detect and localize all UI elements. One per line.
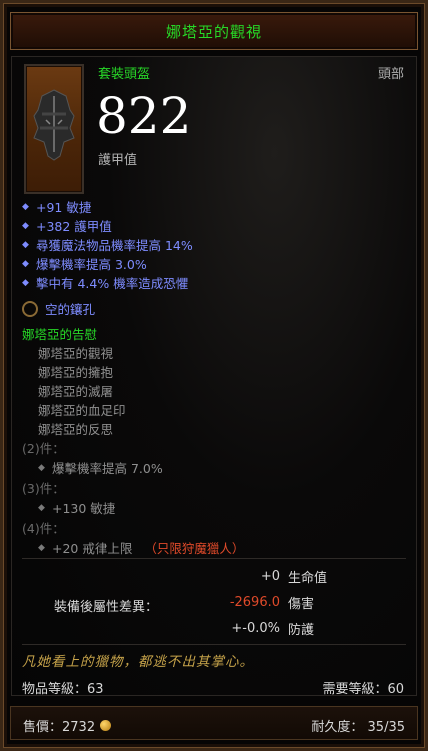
stat-text: +91 敏捷 bbox=[36, 200, 92, 215]
flavor-text: 凡她看上的獵物，都逃不出其掌心。 bbox=[22, 654, 254, 670]
set-piece: 娜塔亞的反思 bbox=[38, 422, 114, 437]
comparison-value: -2696.0 bbox=[229, 594, 280, 610]
divider bbox=[22, 558, 406, 559]
comparison-title: 裝備後屬性差異： bbox=[54, 600, 159, 615]
comparison-label: 生命值 bbox=[288, 570, 328, 586]
stat-text: 尋獲魔法物品機率提高 14% bbox=[36, 238, 193, 253]
stat-text: 爆擊機率提高 3.0% bbox=[36, 257, 147, 272]
diamond-bullet-icon: ◆ bbox=[22, 258, 29, 269]
comparison-row: -2696.0 傷害 bbox=[202, 591, 382, 613]
diamond-bullet-icon: ◆ bbox=[38, 462, 45, 473]
armor-value: 822 bbox=[96, 87, 192, 145]
comparison-value: +-0.0% bbox=[231, 620, 280, 636]
stat-row: ◆ +91 敏捷 bbox=[22, 197, 193, 216]
stat-row: ◆ +382 護甲值 bbox=[22, 216, 193, 235]
gold-coin-icon bbox=[100, 720, 112, 731]
sell-price-text: 售價：2732 bbox=[23, 720, 96, 735]
set-bonus: ◆ +130 敏捷 bbox=[22, 497, 244, 518]
set-bonus-text: +130 敏捷 bbox=[52, 501, 116, 516]
sell-price: 售價：2732 bbox=[23, 716, 112, 735]
set-bonus: ◆ +20 戒律上限 （只限狩魔獵人） bbox=[22, 537, 244, 558]
set-bonus-count: (4)件： bbox=[22, 521, 65, 536]
stat-row: ◆ 尋獲魔法物品機率提高 14% bbox=[22, 235, 193, 254]
required-level: 需要等級：60 bbox=[322, 682, 404, 697]
diamond-bullet-icon: ◆ bbox=[22, 220, 29, 231]
stat-text: +382 護甲值 bbox=[36, 219, 112, 234]
set-piece: 娜塔亞的滅屠 bbox=[38, 384, 114, 399]
comparison-label: 傷害 bbox=[288, 596, 315, 612]
item-level: 物品等級：63 bbox=[22, 682, 104, 697]
stat-row: ◆ 爆擊機率提高 3.0% bbox=[22, 254, 193, 273]
stat-comparison: 裝備後屬性差異： +0 生命值 -2696.0 傷害 +-0.0% 防護 bbox=[22, 564, 406, 642]
footer-bar: 售價：2732 耐久度： 35/35 bbox=[10, 706, 418, 740]
comparison-row: +0 生命值 bbox=[202, 565, 382, 587]
set-bonus-count: (2)件： bbox=[22, 441, 65, 456]
set-piece: 娜塔亞的觀視 bbox=[38, 346, 114, 361]
diamond-bullet-icon: ◆ bbox=[22, 277, 29, 288]
diamond-bullet-icon: ◆ bbox=[22, 201, 29, 212]
comparison-label: 防護 bbox=[288, 622, 315, 638]
diamond-bullet-icon: ◆ bbox=[22, 239, 29, 250]
diamond-bullet-icon: ◆ bbox=[38, 542, 45, 553]
divider bbox=[22, 644, 406, 645]
stat-text: 擊中有 4.4% 機率造成恐懼 bbox=[36, 276, 189, 291]
socket-label: 空的鑲孔 bbox=[45, 302, 96, 317]
class-restriction: （只限狩魔獵人） bbox=[144, 541, 245, 556]
set-bonus-text: +20 戒律上限 bbox=[52, 541, 133, 556]
set-info: 娜塔亞的告慰 娜塔亞的觀視 娜塔亞的擁抱 娜塔亞的滅屠 娜塔亞的血足印 娜塔亞的… bbox=[22, 324, 244, 558]
comparison-value: +0 bbox=[260, 568, 280, 584]
set-name: 娜塔亞的告慰 bbox=[22, 327, 98, 342]
item-slot: 頭部 bbox=[377, 67, 404, 82]
durability: 耐久度： 35/35 bbox=[311, 720, 405, 735]
set-bonus: ◆ 爆擊機率提高 7.0% bbox=[22, 457, 244, 478]
title-bar: 娜塔亞的觀視 bbox=[10, 12, 418, 50]
primary-stats: ◆ +91 敏捷 ◆ +382 護甲值 ◆ 尋獲魔法物品機率提高 14% ◆ 爆擊機率提… bbox=[22, 197, 193, 292]
set-piece: 娜塔亞的擁抱 bbox=[38, 365, 114, 380]
empty-socket: 空的鑲孔 bbox=[22, 299, 95, 318]
stat-row: ◆ 擊中有 4.4% 機率造成恐懼 bbox=[22, 273, 193, 292]
set-piece: 娜塔亞的血足印 bbox=[38, 403, 126, 418]
helm-icon bbox=[24, 64, 84, 194]
set-bonus-count: (3)件： bbox=[22, 481, 65, 496]
diamond-bullet-icon: ◆ bbox=[38, 502, 45, 513]
item-type: 套裝頭盔 bbox=[98, 67, 151, 82]
item-name: 娜塔亞的觀視 bbox=[165, 22, 262, 41]
set-bonus-text: 爆擊機率提高 7.0% bbox=[52, 461, 163, 476]
armor-label: 護甲值 bbox=[98, 153, 138, 168]
comparison-row: +-0.0% 防護 bbox=[202, 617, 382, 639]
socket-icon bbox=[22, 300, 38, 317]
